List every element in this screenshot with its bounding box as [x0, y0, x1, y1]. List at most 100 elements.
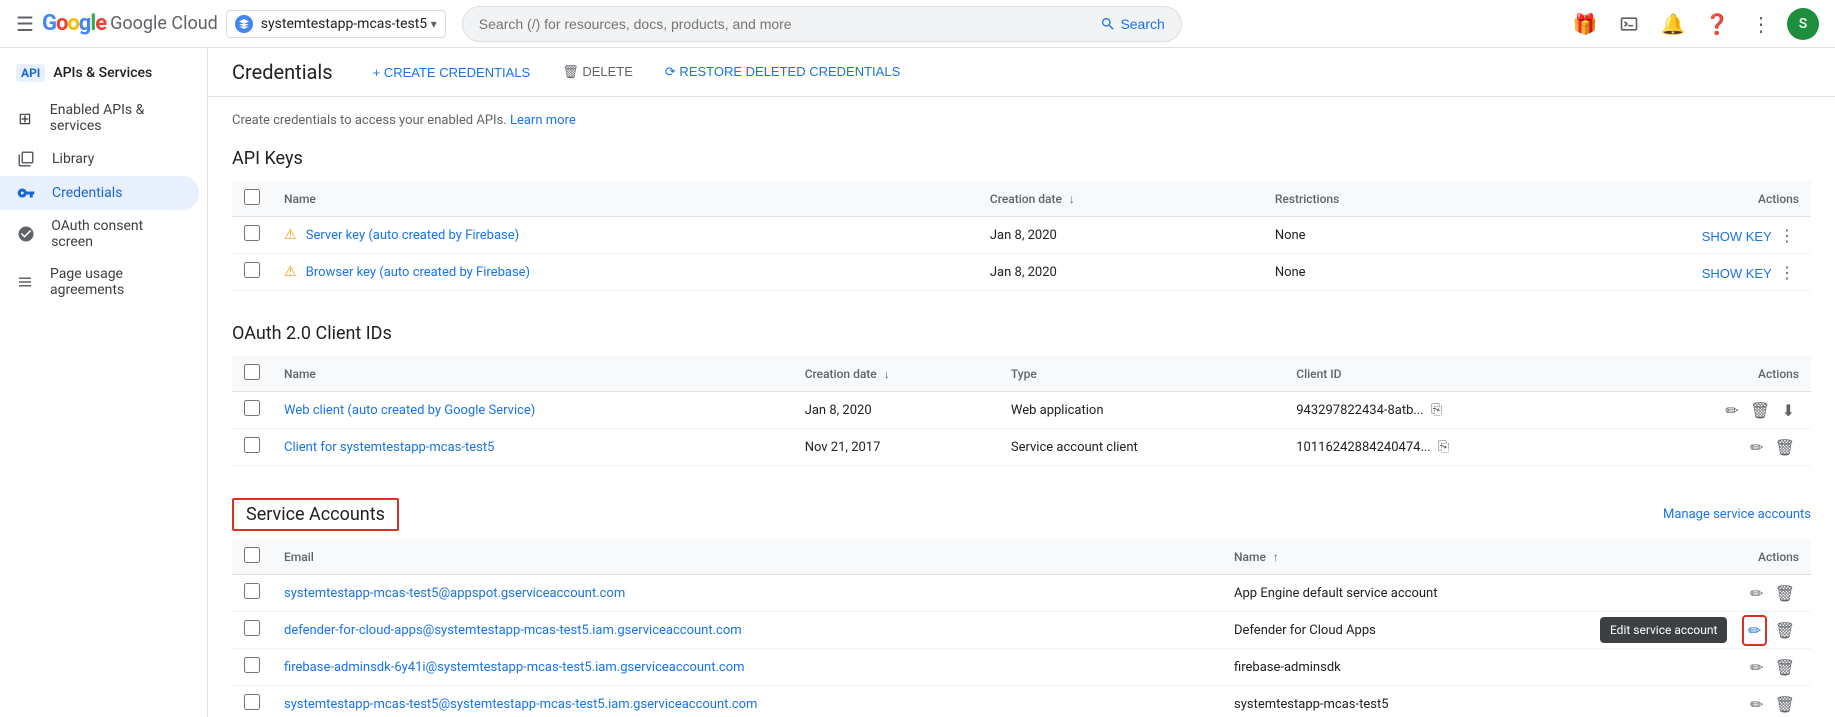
delete-button[interactable]: 🗑 DELETE: [554, 60, 641, 84]
search-button[interactable]: Search: [1100, 16, 1164, 32]
oauth-col-name: Name: [272, 356, 793, 392]
oauth-row1-date: Jan 8, 2020: [793, 392, 999, 429]
oauth-row1-checkbox[interactable]: [244, 400, 260, 416]
edit-tooltip-container: ✏ Edit service account: [1742, 621, 1767, 640]
table-row: Client for systemtestapp-mcas-test5 Nov …: [232, 429, 1811, 466]
api-keys-col-date[interactable]: Creation date ↓: [978, 181, 1263, 217]
notifications-icon[interactable]: 🔔: [1655, 6, 1691, 42]
sa-col-email: Email: [272, 539, 1222, 575]
edit-icon-sa-row1[interactable]: ✏: [1746, 580, 1767, 607]
delete-icon-oauth-row1[interactable]: 🗑: [1746, 397, 1774, 424]
sidebar-item-enabled[interactable]: ⊞ Enabled APIs & services: [0, 94, 199, 142]
page-usage-icon: [16, 273, 34, 291]
oauth-row2-clientid: 10116242884240474... ⎘: [1284, 429, 1619, 466]
oauth-row2-type: Service account client: [999, 429, 1284, 466]
restore-label: ⟳ RESTORE DELETED CREDENTIALS: [665, 64, 900, 80]
oauth-row2-name[interactable]: Client for systemtestapp-mcas-test5: [284, 440, 494, 455]
more-icon-row1[interactable]: ⋮: [1775, 222, 1799, 249]
sidebar-item-page-usage[interactable]: Page usage agreements: [0, 258, 199, 306]
edit-icon-sa-row3[interactable]: ✏: [1746, 654, 1767, 681]
download-icon-oauth-row1[interactable]: ⬇: [1778, 397, 1799, 424]
api-keys-table: Name Creation date ↓ Restrictions Action…: [232, 181, 1811, 291]
delete-icon-sa-row3[interactable]: 🗑: [1771, 654, 1799, 681]
table-row: systemtestapp-mcas-test5@appspot.gservic…: [232, 575, 1811, 612]
menu-icon[interactable]: ☰: [16, 12, 34, 36]
api-key-row1-checkbox[interactable]: [244, 225, 260, 241]
sa-row3-checkbox[interactable]: [244, 657, 260, 673]
oauth-row2-checkbox[interactable]: [244, 437, 260, 453]
table-row: firebase-adminsdk-6y41i@systemtestapp-mc…: [232, 649, 1811, 686]
project-icon: [235, 15, 253, 33]
sa-row3-email[interactable]: firebase-adminsdk-6y41i@systemtestapp-mc…: [284, 660, 745, 675]
sa-select-all[interactable]: [244, 547, 260, 563]
oauth-table: Name Creation date ↓ Type Client ID Acti…: [232, 356, 1811, 466]
more-options-icon[interactable]: ⋮: [1743, 6, 1779, 42]
oauth-row2-date: Nov 21, 2017: [793, 429, 999, 466]
copy-icon[interactable]: ⎘: [1431, 402, 1442, 418]
sa-row4-email[interactable]: systemtestapp-mcas-test5@systemtestapp-m…: [284, 697, 757, 712]
delete-icon-sa-row2[interactable]: 🗑: [1771, 617, 1799, 644]
service-accounts-title-box: Service Accounts: [232, 498, 399, 531]
sidebar-item-library[interactable]: Library: [0, 142, 199, 176]
page-title: Credentials: [232, 60, 333, 84]
avatar[interactable]: S: [1787, 8, 1819, 40]
oauth-col-date[interactable]: Creation date ↓: [793, 356, 999, 392]
api-key-row2-date: Jan 8, 2020: [978, 254, 1263, 291]
delete-icon-oauth-row2[interactable]: 🗑: [1771, 434, 1799, 461]
oauth-row1-name[interactable]: Web client (auto created by Google Servi…: [284, 403, 535, 418]
oauth-col-clientid: Client ID: [1284, 356, 1619, 392]
chevron-down-icon: ▾: [431, 17, 437, 31]
edit-icon-sa-row4[interactable]: ✏: [1746, 691, 1767, 717]
api-key-row2-name[interactable]: Browser key (auto created by Firebase): [306, 265, 530, 280]
page-layout: API APIs & Services ⊞ Enabled APIs & ser…: [0, 48, 1835, 717]
help-icon[interactable]: ❓: [1699, 6, 1735, 42]
project-name: systemtestapp-mcas-test5: [261, 16, 431, 32]
show-key-row2-button[interactable]: SHOW KEY: [1702, 266, 1772, 281]
sidebar-item-credentials[interactable]: Credentials: [0, 176, 199, 210]
sidebar-item-oauth[interactable]: OAuth consent screen: [0, 210, 199, 258]
sort-icon: ↑: [1273, 550, 1279, 564]
project-selector[interactable]: systemtestapp-mcas-test5 ▾: [226, 10, 446, 38]
create-credentials-button[interactable]: + CREATE CREDENTIALS: [365, 61, 539, 84]
service-accounts-title: Service Accounts: [246, 504, 385, 525]
search-bar[interactable]: Search: [462, 6, 1182, 42]
edit-icon-oauth-row1[interactable]: ✏: [1721, 397, 1742, 424]
search-label: Search: [1120, 16, 1164, 32]
oauth-icon: [16, 225, 35, 243]
restore-deleted-button[interactable]: ⟳ RESTORE DELETED CREDENTIALS: [657, 60, 908, 84]
oauth-section: OAuth 2.0 Client IDs Name Creation date …: [232, 323, 1811, 466]
show-key-row1-button[interactable]: SHOW KEY: [1702, 229, 1772, 244]
more-icon-row2[interactable]: ⋮: [1775, 259, 1799, 286]
sa-row2-checkbox[interactable]: [244, 620, 260, 636]
table-row: defender-for-cloud-apps@systemtestapp-mc…: [232, 612, 1811, 649]
sidebar-label-enabled: Enabled APIs & services: [50, 102, 183, 134]
gift-icon[interactable]: 🎁: [1567, 6, 1603, 42]
table-row: Web client (auto created by Google Servi…: [232, 392, 1811, 429]
sa-row1-checkbox[interactable]: [244, 583, 260, 599]
manage-service-accounts-link[interactable]: Manage service accounts: [1663, 507, 1811, 522]
delete-icon-sa-row4[interactable]: 🗑: [1771, 691, 1799, 717]
search-input[interactable]: [479, 16, 1093, 32]
service-accounts-table: Email Name ↑ Actions systemtestapp-mcas-…: [232, 539, 1811, 717]
learn-more-link[interactable]: Learn more: [510, 113, 576, 128]
credentials-icon: [16, 184, 36, 202]
delete-icon-sa-row1[interactable]: 🗑: [1771, 580, 1799, 607]
api-keys-select-all[interactable]: [244, 189, 260, 205]
grid-icon: ⊞: [16, 109, 34, 128]
oauth-title: OAuth 2.0 Client IDs: [232, 323, 1811, 344]
create-credentials-label: + CREATE CREDENTIALS: [373, 65, 531, 80]
api-key-row2-checkbox[interactable]: [244, 262, 260, 278]
sa-row4-checkbox[interactable]: [244, 694, 260, 710]
sidebar-label-library: Library: [52, 151, 94, 167]
sa-row2-email[interactable]: defender-for-cloud-apps@systemtestapp-mc…: [284, 623, 742, 638]
oauth-select-all[interactable]: [244, 364, 260, 380]
api-keys-title: API Keys: [232, 148, 1811, 169]
terminal-icon[interactable]: [1611, 6, 1647, 42]
sa-col-name[interactable]: Name ↑: [1222, 539, 1656, 575]
api-key-row1-name[interactable]: Server key (auto created by Firebase): [306, 228, 519, 243]
description: Create credentials to access your enable…: [232, 113, 1811, 128]
edit-icon-oauth-row2[interactable]: ✏: [1746, 434, 1767, 461]
sa-row1-email[interactable]: systemtestapp-mcas-test5@appspot.gservic…: [284, 586, 625, 601]
copy-icon[interactable]: ⎘: [1438, 439, 1449, 455]
edit-icon-sa-row2[interactable]: ✏: [1742, 615, 1767, 646]
